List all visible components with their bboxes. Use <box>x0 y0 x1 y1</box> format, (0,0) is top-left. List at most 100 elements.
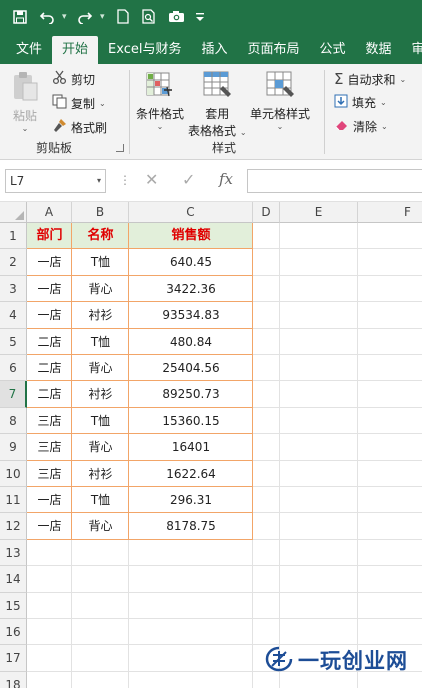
tab-2[interactable]: Excel与财务 <box>98 36 191 64</box>
data-cell[interactable]: 衬衫 <box>72 381 129 407</box>
worksheet-grid[interactable]: A B C D E F 1 2 3 4 5 6 7 8 9 10 11 12 13 14 15 16 17 18 部门 名称 销售额… <box>0 202 422 688</box>
paste-button[interactable]: 粘贴 ⌄ <box>10 70 40 133</box>
redo-icon[interactable] <box>74 6 96 28</box>
data-cell[interactable]: 一店 <box>27 513 72 539</box>
data-cell[interactable]: 背心 <box>72 434 129 460</box>
row-header-5[interactable]: 5 <box>0 328 27 355</box>
data-cell[interactable]: 一店 <box>27 302 72 328</box>
data-cell[interactable]: 衬衫 <box>72 302 129 328</box>
column-header-d[interactable]: D <box>253 202 280 223</box>
fill-button[interactable]: 填充 ⌄ <box>334 94 387 111</box>
row-header-2[interactable]: 2 <box>0 249 27 276</box>
row-header-13[interactable]: 13 <box>0 539 27 567</box>
data-cell[interactable]: 25404.56 <box>129 355 253 381</box>
data-cell[interactable]: 15360.15 <box>129 408 253 434</box>
clipboard-launcher-icon[interactable] <box>116 144 124 152</box>
row-header-3[interactable]: 3 <box>0 275 27 303</box>
data-cell[interactable]: 296.31 <box>129 487 253 513</box>
row-header-9[interactable]: 9 <box>0 434 27 461</box>
data-cell[interactable]: 3422.36 <box>129 276 253 302</box>
data-cell[interactable]: 一店 <box>27 276 72 302</box>
tab-4[interactable]: 页面布局 <box>237 36 309 64</box>
row-header-7[interactable]: 7 <box>0 381 27 408</box>
confirm-entry-icon[interactable]: ✓ <box>182 170 195 189</box>
data-cell[interactable]: 一店 <box>27 487 72 513</box>
row-header-8[interactable]: 8 <box>0 407 27 435</box>
column-header-b[interactable]: B <box>72 202 129 223</box>
data-cell[interactable]: 背心 <box>72 276 129 302</box>
header-cell[interactable]: 名称 <box>72 223 129 249</box>
tab-7[interactable]: 审 <box>402 36 422 64</box>
name-box-dropdown-icon[interactable]: ▾ <box>97 170 101 192</box>
data-cell[interactable]: T恤 <box>72 487 129 513</box>
row-header-1[interactable]: 1 <box>0 223 27 250</box>
column-header-e[interactable]: E <box>280 202 358 223</box>
data-cell[interactable]: 三店 <box>27 408 72 434</box>
copy-dropdown-icon[interactable]: ⌄ <box>99 99 106 108</box>
cut-button[interactable]: 剪切 <box>52 70 95 88</box>
formula-input[interactable] <box>247 169 422 193</box>
data-cell[interactable]: 640.45 <box>129 249 253 275</box>
data-cell[interactable]: 一店 <box>27 249 72 275</box>
header-cell[interactable]: 销售额 <box>129 223 253 249</box>
clear-button[interactable]: 清除 ⌄ <box>334 118 388 135</box>
copy-button[interactable]: 复制 ⌄ <box>52 94 106 112</box>
column-header-a[interactable]: A <box>27 202 72 223</box>
new-file-icon[interactable] <box>112 6 134 28</box>
format-as-table-dropdown-icon[interactable]: ⌄ <box>240 128 247 137</box>
format-as-table-button[interactable]: 套用 表格格式 ⌄ <box>188 70 247 139</box>
row-header-12[interactable]: 12 <box>0 513 27 540</box>
select-all-button[interactable] <box>0 202 27 223</box>
data-cell[interactable]: 背心 <box>72 513 129 539</box>
fill-dropdown-icon[interactable]: ⌄ <box>380 98 387 107</box>
data-cell[interactable]: T恤 <box>72 329 129 355</box>
cell-styles-button[interactable]: 单元格样式 ⌄ <box>250 70 310 131</box>
data-cell[interactable]: 480.84 <box>129 329 253 355</box>
tab-6[interactable]: 数据 <box>356 36 402 64</box>
row-header-18[interactable]: 18 <box>0 671 27 688</box>
autosum-button[interactable]: Σ 自动求和 ⌄ <box>334 70 406 88</box>
data-cell[interactable]: 背心 <box>72 355 129 381</box>
conditional-format-button[interactable]: 条件格式 ⌄ <box>136 70 184 131</box>
undo-dropdown-icon[interactable]: ▾ <box>62 12 70 22</box>
data-cell[interactable]: 二店 <box>27 355 72 381</box>
cancel-entry-icon[interactable]: ✕ <box>145 170 158 189</box>
formula-bar-grip-icon[interactable]: ⋮ <box>119 173 131 187</box>
data-cell[interactable]: 89250.73 <box>129 381 253 407</box>
tab-3[interactable]: 插入 <box>191 36 237 64</box>
tab-5[interactable]: 公式 <box>310 36 356 64</box>
row-header-16[interactable]: 16 <box>0 619 27 646</box>
undo-icon[interactable] <box>36 6 58 28</box>
format-painter-button[interactable]: 格式刷 <box>52 118 107 136</box>
cell-styles-dropdown-icon[interactable]: ⌄ <box>277 122 284 131</box>
camera-icon[interactable] <box>164 6 188 28</box>
save-icon[interactable] <box>8 6 32 28</box>
row-header-10[interactable]: 10 <box>0 460 27 487</box>
clear-dropdown-icon[interactable]: ⌄ <box>381 122 388 131</box>
print-preview-icon[interactable] <box>138 6 160 28</box>
data-cell[interactable]: 三店 <box>27 434 72 460</box>
data-cell[interactable]: 93534.83 <box>129 302 253 328</box>
header-cell[interactable]: 部门 <box>27 223 72 249</box>
row-header-6[interactable]: 6 <box>0 355 27 382</box>
data-cell[interactable]: 8178.75 <box>129 513 253 539</box>
row-header-4[interactable]: 4 <box>0 302 27 329</box>
customize-icon[interactable] <box>192 6 208 28</box>
redo-dropdown-icon[interactable]: ▾ <box>100 12 108 22</box>
conditional-format-dropdown-icon[interactable]: ⌄ <box>157 122 164 131</box>
row-header-15[interactable]: 15 <box>0 592 27 619</box>
insert-function-icon[interactable]: fx <box>219 170 233 188</box>
data-cell[interactable]: 衬衫 <box>72 461 129 487</box>
name-box[interactable]: L7 ▾ <box>5 169 106 193</box>
column-header-f[interactable]: F <box>358 202 422 223</box>
data-cell[interactable]: 二店 <box>27 381 72 407</box>
tab-0[interactable]: 文件 <box>6 36 52 64</box>
data-cell[interactable]: 二店 <box>27 329 72 355</box>
data-cell[interactable]: T恤 <box>72 408 129 434</box>
data-cell[interactable]: 1622.64 <box>129 461 253 487</box>
column-header-c[interactable]: C <box>129 202 253 223</box>
row-header-11[interactable]: 11 <box>0 487 27 514</box>
tab-1[interactable]: 开始 <box>52 36 99 64</box>
data-cell[interactable]: T恤 <box>72 249 129 275</box>
data-cell[interactable]: 三店 <box>27 461 72 487</box>
